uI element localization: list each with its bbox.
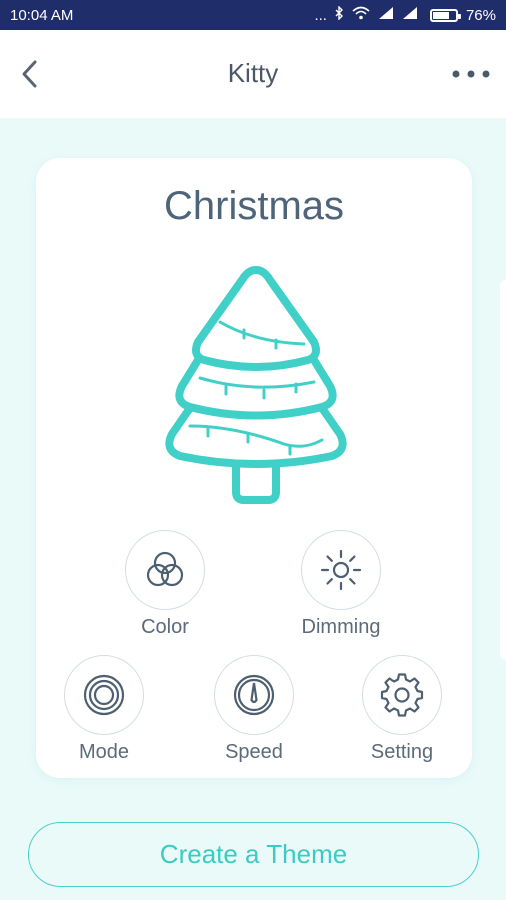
color-control[interactable]: Color <box>105 530 225 639</box>
signal-icon <box>378 6 394 24</box>
status-bar: 10:04 AM ... 76% <box>0 0 506 30</box>
status-time: 10:04 AM <box>10 6 74 24</box>
color-button[interactable] <box>125 530 205 610</box>
speed-label: Speed <box>225 741 283 763</box>
dimming-button[interactable] <box>301 530 381 610</box>
notification-dots: ... <box>314 6 327 24</box>
speedometer-icon <box>233 674 275 716</box>
dimming-label: Dimming <box>301 616 381 638</box>
speed-control[interactable]: Speed <box>194 655 314 764</box>
signal-icon-2 <box>402 6 418 24</box>
theme-card[interactable]: Christmas Color Dimming Mode Speed Setti… <box>36 158 472 778</box>
setting-control[interactable]: Setting <box>342 655 462 764</box>
christmas-tree-icon <box>165 266 347 504</box>
wifi-icon <box>352 6 370 24</box>
mode-label: Mode <box>78 741 130 763</box>
color-circles-icon <box>146 551 184 587</box>
gear-icon <box>380 673 424 717</box>
concentric-circles-icon <box>83 674 125 716</box>
more-options-button[interactable] <box>448 64 494 84</box>
mode-button[interactable] <box>64 655 144 735</box>
speed-button[interactable] <box>214 655 294 735</box>
dimming-control[interactable]: Dimming <box>281 530 401 639</box>
setting-button[interactable] <box>362 655 442 735</box>
more-dots-icon <box>452 70 490 78</box>
create-theme-button[interactable]: Create a Theme <box>28 822 479 887</box>
bluetooth-icon <box>335 5 344 24</box>
color-label: Color <box>141 616 189 638</box>
battery-icon <box>429 8 461 22</box>
app-header: Kitty <box>0 30 506 118</box>
status-icons: ... 76% <box>314 5 496 24</box>
setting-label: Setting <box>370 741 434 763</box>
theme-name: Christmas <box>163 184 345 228</box>
sun-icon <box>320 549 362 591</box>
page-title: Kitty <box>227 58 279 88</box>
mode-control[interactable]: Mode <box>44 655 164 764</box>
next-card-peek[interactable] <box>500 280 506 660</box>
battery-percent: 76% <box>465 6 496 24</box>
